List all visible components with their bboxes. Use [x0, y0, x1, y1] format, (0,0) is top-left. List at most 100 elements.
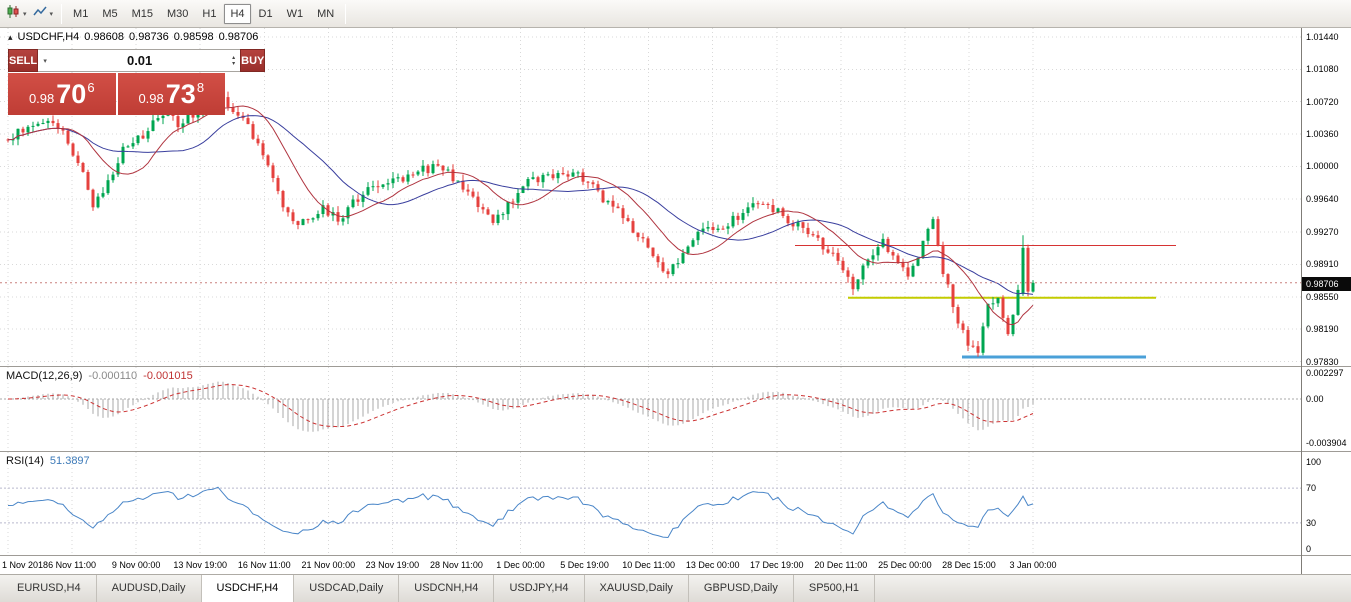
ask-pips: 73	[166, 81, 196, 108]
ask-point: 8	[197, 80, 204, 95]
timeframe-m1-button[interactable]: M1	[67, 4, 94, 24]
buy-button[interactable]: BUY	[240, 49, 265, 72]
macd-signal-value: -0.001015	[143, 370, 193, 382]
date-label: 5 Dec 19:00	[560, 560, 609, 570]
chevron-down-icon: ▾	[23, 10, 27, 18]
timeframe-m15-button[interactable]: M15	[126, 4, 159, 24]
date-label: 13 Dec 00:00	[686, 560, 740, 570]
one-click-trading-panel: SELL ▾ ▴ ▾ BUY 0.98706	[8, 49, 225, 115]
price-scale-label: 1.00000	[1306, 161, 1339, 171]
price-scale-label: -0.003904	[1306, 438, 1347, 448]
chart-tab-gbpusd[interactable]: GBPUSD,Daily	[689, 575, 794, 602]
top-toolbar: ▾ ▾ M1M5M15M30H1H4D1W1MN	[0, 0, 1351, 28]
low-value: 0.98598	[174, 31, 214, 43]
bid-point: 6	[87, 80, 94, 95]
price-scale-label: 0	[1306, 544, 1311, 554]
price-scale-label: 0.98910	[1306, 259, 1339, 269]
timeframe-mn-button[interactable]: MN	[311, 4, 340, 24]
date-label: 25 Dec 00:00	[878, 560, 932, 570]
timeframe-h4-button[interactable]: H4	[224, 4, 250, 24]
volume-control: ▾ ▴ ▾	[38, 49, 240, 72]
panel-separator	[1302, 555, 1351, 556]
volume-decrease-icon[interactable]: ▾	[227, 61, 240, 67]
chart-tab-sp500[interactable]: SP500,H1	[794, 575, 875, 602]
price-scale-label: 0.99640	[1306, 194, 1339, 204]
volume-spinner: ▴ ▾	[227, 50, 240, 71]
date-label: 28 Nov 11:00	[430, 560, 483, 570]
volume-input[interactable]	[52, 50, 227, 71]
price-scale-label: 1.00720	[1306, 97, 1339, 107]
price-scale-label: 100	[1306, 457, 1321, 467]
chart-tab-audusd[interactable]: AUDUSD,Daily	[97, 575, 202, 602]
ask-whole: 0.98	[138, 91, 163, 106]
macd-canvas[interactable]	[0, 367, 1301, 451]
macd-main-value: -0.000110	[88, 370, 137, 382]
rsi-label: RSI(14) 51.3897	[6, 455, 90, 467]
chart-title: ▴ USDCHF,H4 0.98608 0.98736 0.98598 0.98…	[8, 31, 258, 43]
date-label: 6 Nov 11:00	[48, 560, 96, 570]
candlestick-chart-icon	[6, 4, 21, 24]
close-value: 0.98706	[219, 31, 259, 43]
price-scale-label: 0.002297	[1306, 368, 1344, 378]
rsi-title: RSI(14)	[6, 455, 44, 467]
ask-price[interactable]: 0.98738	[118, 73, 226, 115]
chart-window: ▴ USDCHF,H4 0.98608 0.98736 0.98598 0.98…	[0, 28, 1351, 574]
symbol-timeframe-label: USDCHF,H4	[18, 31, 80, 43]
bid-price[interactable]: 0.98706	[8, 73, 116, 115]
date-label: 1 Dec 00:00	[496, 560, 545, 570]
chart-tab-usdchf[interactable]: USDCHF,H4	[201, 575, 295, 602]
date-label: 28 Dec 15:00	[942, 560, 996, 570]
timeframe-d1-button[interactable]: D1	[253, 4, 279, 24]
chart-tab-eurusd[interactable]: EURUSD,H4	[2, 575, 97, 602]
chart-tab-xauusd[interactable]: XAUUSD,Daily	[585, 575, 689, 602]
time-axis[interactable]: 1 Nov 20186 Nov 11:009 Nov 00:0013 Nov 1…	[0, 556, 1301, 574]
bid-pips: 70	[56, 81, 86, 108]
price-scale-label: 70	[1306, 483, 1316, 493]
rsi-canvas[interactable]	[0, 452, 1301, 555]
bid-whole: 0.98	[29, 91, 54, 106]
timeframe-w1-button[interactable]: W1	[281, 4, 310, 24]
drawing-tools-button[interactable]: ▾	[30, 3, 57, 25]
timeframe-m30-button[interactable]: M30	[161, 4, 194, 24]
date-label: 1 Nov 2018	[2, 560, 48, 570]
chart-type-button[interactable]: ▾	[3, 3, 30, 25]
timeframe-h1-button[interactable]: H1	[196, 4, 222, 24]
sell-button[interactable]: SELL	[8, 49, 38, 72]
rsi-panel[interactable]: RSI(14) 51.3897	[0, 452, 1301, 556]
price-scale-label: 30	[1306, 518, 1316, 528]
price-scale-label: 0.98550	[1306, 292, 1339, 302]
high-value: 0.98736	[129, 31, 169, 43]
price-scale-label: 0.99270	[1306, 227, 1339, 237]
macd-title: MACD(12,26,9)	[6, 370, 82, 382]
timeframe-toolbar: M1M5M15M30H1H4D1W1MN	[67, 4, 340, 24]
chart-tab-usdcad[interactable]: USDCAD,Daily	[294, 575, 399, 602]
date-label: 21 Nov 00:00	[302, 560, 356, 570]
date-label: 20 Dec 11:00	[814, 560, 867, 570]
toolbar-separator	[345, 4, 346, 24]
toolbar-separator	[61, 4, 62, 24]
volume-dropdown-icon[interactable]: ▾	[38, 50, 52, 71]
chart-tab-usdcnh[interactable]: USDCNH,H4	[399, 575, 494, 602]
price-scale-label: 0.00	[1306, 394, 1324, 404]
price-chart-panel[interactable]: ▴ USDCHF,H4 0.98608 0.98736 0.98598 0.98…	[0, 28, 1301, 367]
date-label: 3 Jan 00:00	[1009, 560, 1056, 570]
price-scale[interactable]: 1.014401.010801.007201.003601.000000.996…	[1301, 28, 1351, 574]
macd-label: MACD(12,26,9) -0.000110 -0.001015	[6, 370, 193, 382]
panel-separator	[1302, 366, 1351, 367]
rsi-value: 51.3897	[50, 455, 90, 467]
chevron-down-icon: ▾	[50, 10, 54, 18]
chart-tabs-bar: EURUSD,H4AUDUSD,DailyUSDCHF,H4USDCAD,Dai…	[0, 574, 1351, 602]
price-scale-label: 0.98190	[1306, 324, 1339, 334]
date-label: 13 Nov 19:00	[173, 560, 227, 570]
macd-panel[interactable]: MACD(12,26,9) -0.000110 -0.001015	[0, 367, 1301, 452]
timeframe-m5-button[interactable]: M5	[96, 4, 123, 24]
one-click-toggle-icon[interactable]: ▴	[8, 32, 13, 43]
chart-tab-usdjpy[interactable]: USDJPY,H4	[494, 575, 584, 602]
date-label: 23 Nov 19:00	[366, 560, 420, 570]
open-value: 0.98608	[84, 31, 124, 43]
chart-plots: ▴ USDCHF,H4 0.98608 0.98736 0.98598 0.98…	[0, 28, 1301, 574]
date-label: 17 Dec 19:00	[750, 560, 804, 570]
price-scale-label: 1.01080	[1306, 64, 1339, 74]
price-scale-label: 1.01440	[1306, 32, 1339, 42]
line-chart-icon	[33, 4, 48, 24]
